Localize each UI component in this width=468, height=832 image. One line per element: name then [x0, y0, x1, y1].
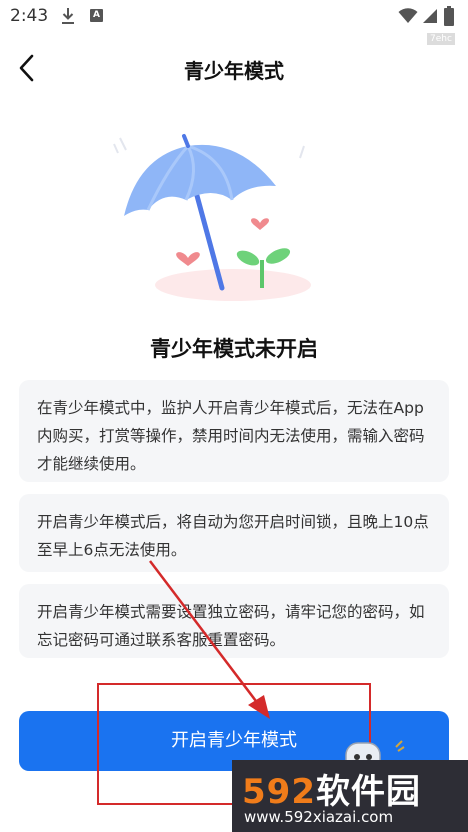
info-card-text: 在青少年模式中，监护人开启青少年模式后，无法在App内购买，打赏等操作，禁用时间… — [37, 399, 425, 473]
wifi-icon — [398, 8, 418, 23]
a-badge-icon: A — [90, 9, 103, 22]
info-card-text: 开启青少年模式后，将自动为您开启时间锁，且晚上10点至早上6点无法使用。 — [37, 513, 429, 559]
corner-tag: 7ehc — [427, 33, 455, 45]
status-bar: 2:43 A — [0, 0, 468, 32]
site-watermark: 592软件园 www.592xiazai.com — [232, 760, 468, 832]
umbrella-illustration — [113, 134, 311, 301]
battery-icon — [444, 6, 454, 26]
watermark-brand: 软件园 — [315, 772, 421, 812]
signal-icon — [423, 9, 437, 23]
status-time: 2:43 — [10, 6, 49, 26]
download-icon — [62, 8, 74, 24]
page-title: 青少年模式 — [184, 59, 284, 83]
annotation-arrow-icon — [149, 560, 270, 719]
watermark-url: www.592xiazai.com — [244, 808, 394, 826]
mode-status-title: 青少年模式未开启 — [150, 337, 318, 361]
watermark-number: 592 — [242, 772, 316, 812]
info-card: 在青少年模式中，监护人开启青少年模式后，无法在App内购买，打赏等操作，禁用时间… — [19, 380, 449, 482]
